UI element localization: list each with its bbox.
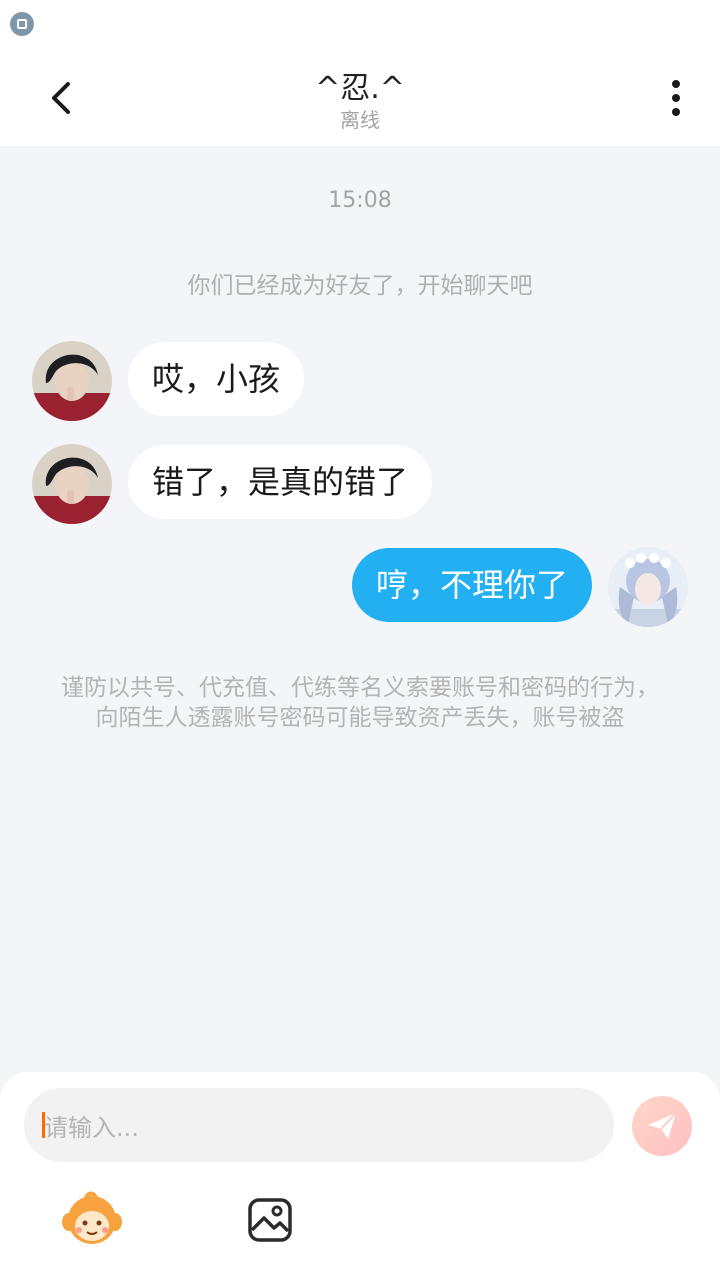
contact-status: 离线 (340, 108, 380, 132)
system-notice: 你们已经成为好友了，开始聊天吧 (187, 273, 533, 299)
notification-icon (10, 12, 34, 36)
security-warning: 谨防以共号、代充值、代练等名义索要账号和密码的行为，向陌生人透露账号密码可能导致… (61, 675, 659, 731)
message-bubble-outgoing[interactable]: 哼，不理你了 (351, 548, 592, 622)
message-input[interactable]: 请输入... (24, 1088, 614, 1162)
more-options-button[interactable] (660, 76, 692, 120)
send-button[interactable] (632, 1096, 692, 1156)
paper-plane-icon (648, 1112, 677, 1139)
chat-header: ^忍.^ 离线 (0, 48, 720, 146)
emoji-button[interactable] (60, 1188, 124, 1252)
text-caret (42, 1112, 45, 1138)
input-panel: 请输入... (0, 1072, 720, 1280)
more-vertical-icon (672, 80, 680, 116)
message-timestamp: 15:08 (328, 188, 392, 213)
emoji-mascot-icon (62, 1191, 122, 1244)
image-picture-icon (248, 1198, 292, 1242)
contact-avatar[interactable] (32, 341, 112, 421)
contact-name: ^忍.^ (315, 71, 405, 106)
message-bubble-incoming[interactable]: 错了，是真的错了 (128, 445, 433, 519)
contact-avatar[interactable] (32, 444, 112, 524)
status-bar (0, 0, 720, 48)
image-button[interactable] (246, 1196, 294, 1244)
input-placeholder: 请输入... (44, 1114, 139, 1142)
message-bubble-incoming[interactable]: 哎，小孩 (128, 342, 305, 416)
my-avatar[interactable] (608, 547, 688, 627)
